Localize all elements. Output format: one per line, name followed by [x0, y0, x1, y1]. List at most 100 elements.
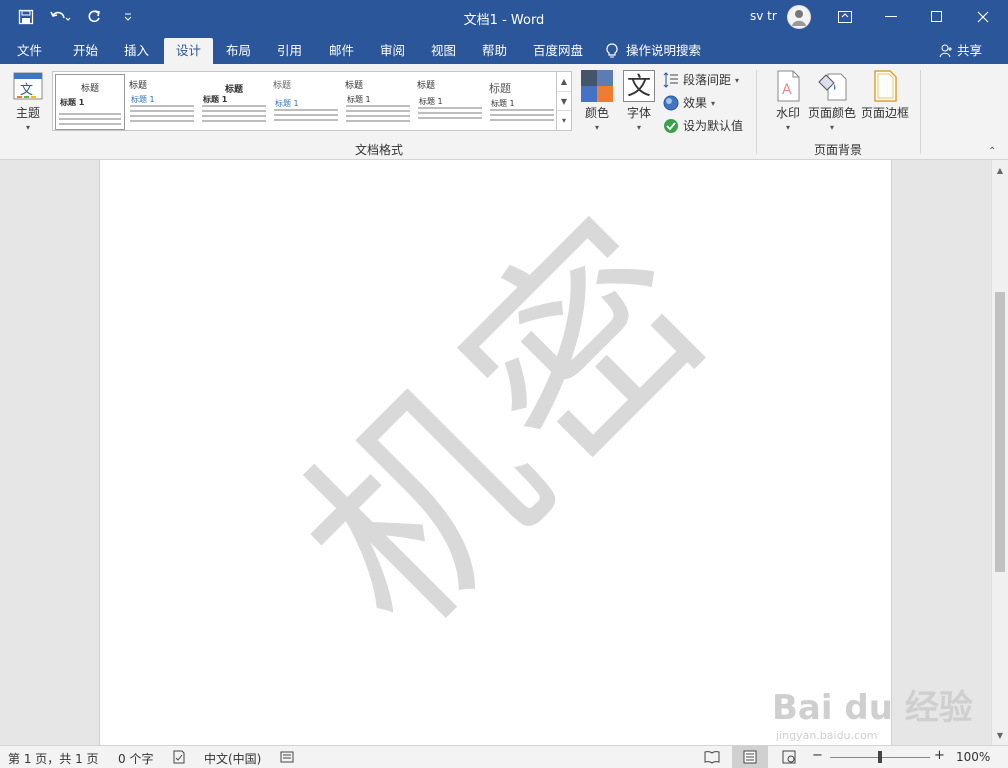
set-as-default-label: 设为默认值	[683, 119, 744, 133]
tab-help[interactable]: 帮助	[470, 38, 519, 64]
web-layout-icon[interactable]	[782, 750, 796, 767]
page-count[interactable]: 第 1 页，共 1 页	[8, 750, 99, 767]
avatar[interactable]	[787, 5, 811, 29]
colors-icon	[581, 70, 613, 102]
save-icon[interactable]	[12, 6, 40, 28]
page-borders-button[interactable]: 页面边框	[861, 70, 909, 121]
chevron-down-icon: ▾	[25, 123, 30, 132]
effects-label: 效果	[683, 96, 708, 110]
tab-mailings[interactable]: 邮件	[317, 38, 366, 64]
gallery-more-icon[interactable]: ▾	[557, 111, 571, 130]
document-page[interactable]: 机密	[99, 160, 892, 745]
style-heading: 标题	[417, 81, 436, 91]
tab-design[interactable]: 设计	[164, 38, 214, 64]
page-color-label: 页面颜色	[808, 106, 857, 120]
style-heading: 标题	[273, 81, 292, 91]
ribbon-display-options-button[interactable]	[822, 0, 868, 34]
style-set-item[interactable]: 标题 标题 1	[55, 74, 125, 130]
person-icon	[939, 44, 952, 58]
colors-button[interactable]: 颜色 ▾	[581, 70, 613, 132]
page-color-button[interactable]: 页面颜色 ▾	[808, 70, 856, 132]
read-mode-icon[interactable]	[704, 750, 720, 767]
scroll-down-icon[interactable]: ▼	[992, 727, 1008, 743]
style-set-item[interactable]: 标题 标题 1	[199, 74, 269, 130]
style-sub: 标题 1	[275, 99, 299, 108]
group-label-page-background: 页面背景	[814, 143, 863, 157]
colors-label: 颜色	[584, 106, 609, 120]
collapse-ribbon-chevron-up-icon[interactable]: ⌃	[988, 146, 996, 157]
vertical-scrollbar[interactable]: ▲ ▼	[991, 160, 1008, 745]
group-separator	[756, 70, 757, 154]
baidu-jingyan-logo: Bai du 经验 jingyan.baidu.com	[772, 680, 973, 742]
tab-file[interactable]: 文件	[5, 38, 54, 64]
themes-button[interactable]: 文 主题 ▾	[12, 70, 44, 132]
proofing-icon[interactable]	[172, 750, 186, 767]
style-set-item[interactable]: 标题 标题 1	[487, 74, 557, 130]
gallery-scroll: ▲ ▼ ▾	[557, 71, 572, 131]
share-label: 共享	[957, 43, 983, 58]
style-set-item[interactable]: 标题 标题 1	[127, 74, 197, 130]
tab-insert[interactable]: 插入	[112, 38, 161, 64]
print-layout-icon[interactable]	[732, 746, 768, 768]
checkmark-icon	[664, 118, 678, 133]
scroll-up-icon[interactable]: ▲	[992, 162, 1008, 178]
macro-recording-icon[interactable]	[280, 750, 294, 767]
svg-text:A: A	[782, 82, 792, 98]
zoom-level[interactable]: 100%	[956, 750, 990, 764]
tell-me-label: 操作说明搜索	[626, 43, 702, 58]
fonts-button[interactable]: 文 字体 ▾	[623, 70, 655, 132]
tab-home[interactable]: 开始	[61, 38, 110, 64]
undo-icon[interactable]	[46, 6, 74, 28]
chevron-down-icon: ▾	[735, 76, 740, 85]
style-set-item[interactable]: 标题 标题 1	[343, 74, 413, 130]
chevron-down-icon: ▾	[785, 123, 790, 132]
ribbon-tab-bar: 文件 开始 插入 设计 布局 引用 邮件 审阅 视图 帮助 百度网盘 操作说明搜…	[0, 34, 1008, 64]
style-sub: 标题 1	[131, 95, 155, 104]
customize-qat-chevron-down-icon[interactable]	[114, 6, 142, 28]
tab-baidu-netdisk[interactable]: 百度网盘	[521, 38, 595, 64]
watermark-button[interactable]: A 水印 ▾	[772, 70, 804, 132]
status-bar: 第 1 页，共 1 页 0 个字 中文(中国) − + 100%	[0, 745, 1008, 768]
tab-review[interactable]: 审阅	[368, 38, 417, 64]
redo-icon[interactable]	[80, 6, 108, 28]
scroll-thumb[interactable]	[995, 292, 1005, 572]
paragraph-spacing-button[interactable]: 段落间距 ▾	[663, 71, 739, 88]
baidu-logo-url: jingyan.baidu.com	[776, 729, 878, 742]
tab-layout[interactable]: 布局	[214, 38, 263, 64]
style-set-item[interactable]: 标题 标题 1	[415, 74, 485, 130]
tab-view[interactable]: 视图	[419, 38, 468, 64]
tell-me-search[interactable]: 操作说明搜索	[606, 38, 701, 64]
chevron-down-icon: ▾	[594, 123, 599, 132]
zoom-in-button[interactable]: +	[934, 748, 945, 763]
style-heading: 标题	[489, 82, 511, 95]
gallery-up-icon[interactable]: ▲	[557, 72, 571, 92]
style-sub: 标题 1	[419, 97, 443, 106]
baidu-logo-text: Bai du 经验	[772, 688, 973, 728]
effects-icon	[663, 95, 679, 110]
zoom-slider-thumb[interactable]	[878, 751, 882, 763]
style-heading: 标题	[345, 81, 364, 91]
quick-access-toolbar	[12, 6, 142, 28]
user-name[interactable]: sv tr	[750, 9, 777, 23]
fonts-label: 字体	[626, 106, 651, 120]
language-indicator[interactable]: 中文(中国)	[204, 750, 261, 767]
style-set-item[interactable]: 标题 标题 1	[271, 74, 341, 130]
effects-button[interactable]: 效果 ▾	[663, 94, 715, 111]
style-heading: 标题	[80, 84, 99, 94]
style-sub: 标题 1	[491, 99, 515, 108]
close-button[interactable]	[960, 0, 1006, 34]
page-borders-icon	[874, 70, 897, 102]
tab-references[interactable]: 引用	[265, 38, 314, 64]
maximize-button[interactable]	[914, 0, 960, 34]
gallery-down-icon[interactable]: ▼	[557, 92, 571, 112]
share-button[interactable]: 共享	[939, 38, 982, 64]
svg-text:文: 文	[20, 83, 33, 98]
word-count[interactable]: 0 个字	[118, 750, 153, 767]
paragraph-spacing-label: 段落间距	[683, 73, 732, 87]
set-as-default-button[interactable]: 设为默认值	[663, 117, 743, 134]
watermark-label: 水印	[775, 106, 800, 120]
zoom-out-button[interactable]: −	[812, 748, 823, 763]
minimize-button[interactable]	[868, 0, 914, 34]
chevron-down-icon: ▾	[711, 99, 716, 108]
ribbon-design: 文 主题 ▾ 标题 标题 1 标题 标题 1 标题 标题 1 标题 标题 1 标…	[0, 64, 1008, 160]
